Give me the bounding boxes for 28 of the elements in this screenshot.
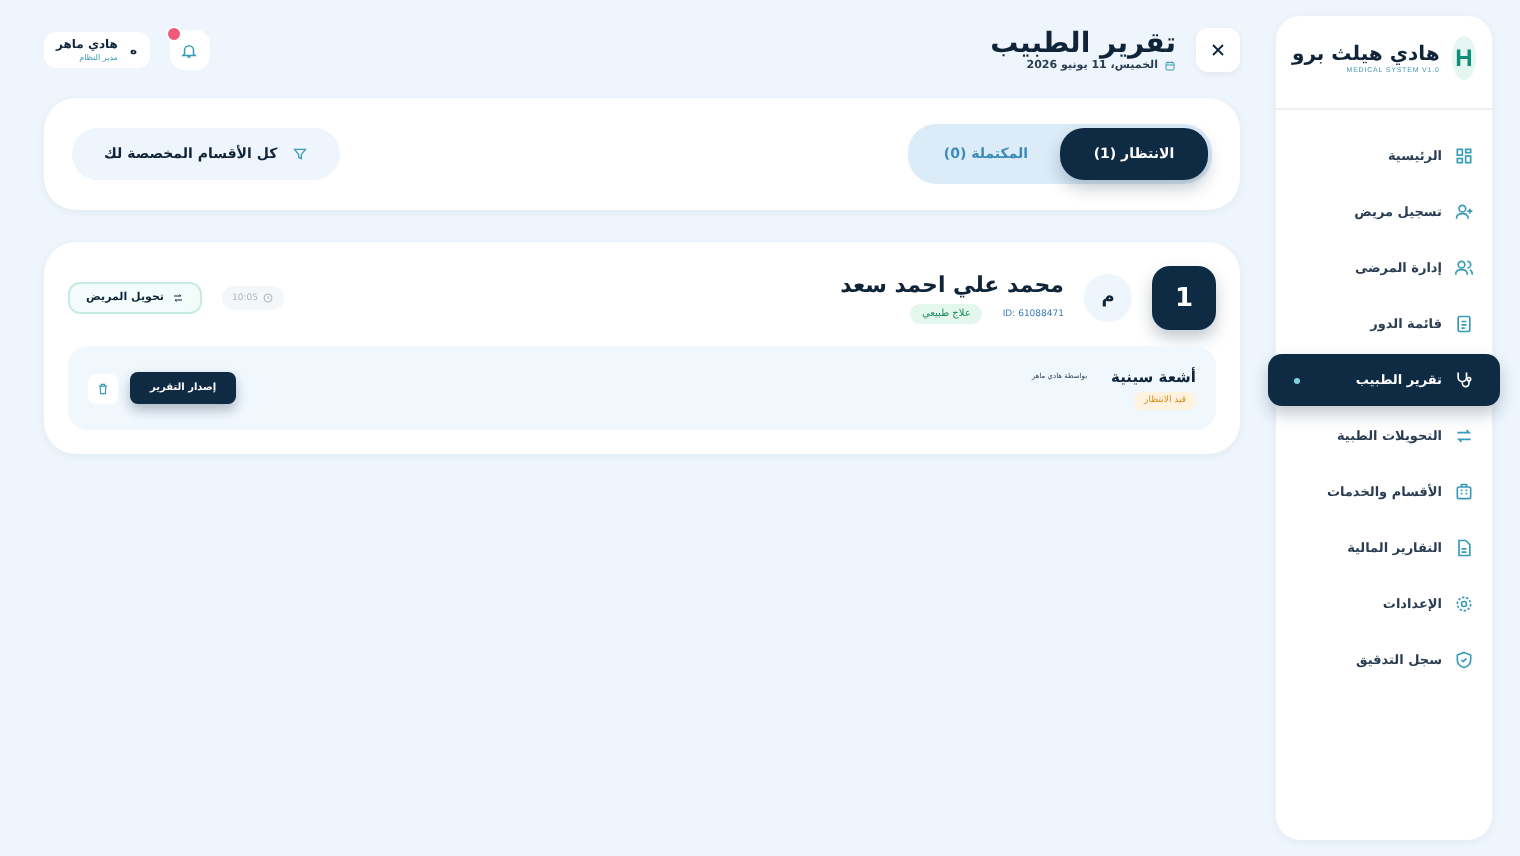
arrows-icon (172, 292, 184, 304)
active-dot (1294, 377, 1300, 383)
stethoscope-icon (1454, 370, 1474, 390)
trash-icon (96, 381, 110, 395)
close-icon (1208, 40, 1228, 60)
clipboard-icon (1454, 314, 1474, 334)
settings-icon (1454, 594, 1474, 614)
arrows-icon (1454, 426, 1474, 446)
page-title: تقرير الطبيب (990, 28, 1176, 60)
users-icon (1454, 258, 1474, 278)
user-plus-icon (1454, 202, 1474, 222)
bell-icon (180, 41, 198, 59)
shield-icon (1454, 650, 1474, 670)
logo-badge: H (1451, 36, 1476, 80)
building-icon (1454, 482, 1474, 502)
close-button[interactable] (1196, 28, 1240, 72)
queue-number: 1 (1152, 266, 1216, 330)
filter-icon (291, 146, 308, 162)
brand-name: هادي هيلث برو (1292, 43, 1440, 65)
clock-icon (261, 292, 274, 304)
grid-icon (1454, 146, 1474, 166)
document-icon (1454, 538, 1474, 558)
notification-button[interactable] (169, 30, 209, 70)
notification-dot (165, 26, 181, 42)
patient-name: محمد علي احمد سعد (840, 272, 1064, 298)
calendar-icon (1164, 60, 1176, 72)
patient-avatar: م (1084, 274, 1132, 322)
delete-button[interactable] (88, 373, 118, 403)
